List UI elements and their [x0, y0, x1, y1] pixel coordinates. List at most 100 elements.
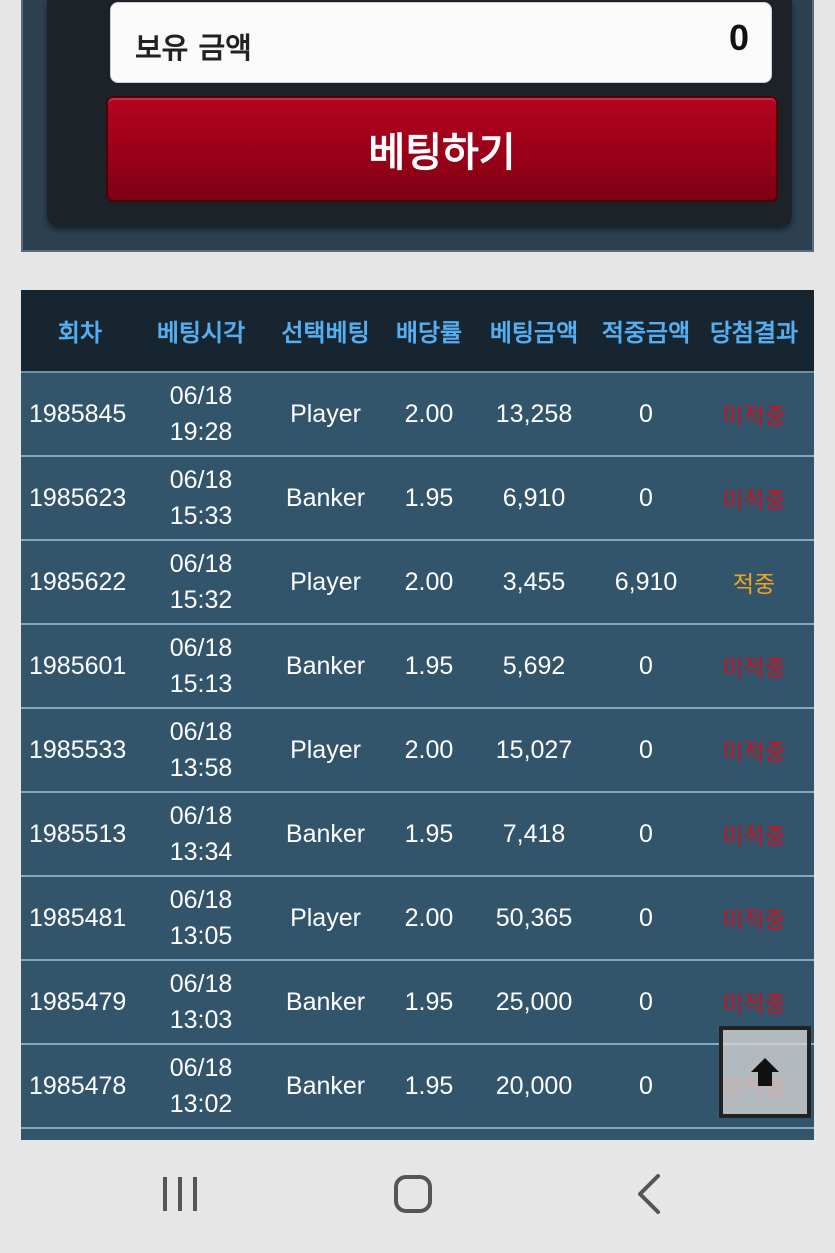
cell-odds: 1.95 — [404, 651, 454, 680]
cell-odds: 1.95 — [404, 483, 454, 512]
place-bet-button[interactable]: 베팅하기 — [106, 96, 778, 202]
recent-apps-icon — [163, 1177, 197, 1211]
cell-pick: Banker — [285, 987, 366, 1016]
scroll-to-top-button[interactable] — [719, 1026, 811, 1118]
table-row: 1985481 06/18 13:05 Player 2.00 50,365 0 미적중 — [21, 877, 814, 961]
cell-result: 미적중 — [722, 656, 786, 682]
header-odds: 배당률 — [395, 319, 463, 347]
home-button[interactable] — [384, 1170, 444, 1220]
cell-bet-time: 06/18 13:05 — [139, 882, 263, 954]
header-bet-amount: 베팅금액 — [489, 319, 579, 347]
bet-date: 06/18 — [169, 1054, 233, 1082]
cell-bet-amount: 20,000 — [495, 1071, 573, 1100]
cell-odds: 2.00 — [404, 399, 454, 428]
cell-result: 미적중 — [722, 740, 786, 766]
cell-round: 1985513 — [29, 819, 127, 848]
bet-time: 19:28 — [169, 418, 233, 446]
cell-bet-amount: 3,455 — [502, 567, 566, 596]
cell-odds: 2.00 — [404, 903, 454, 932]
bet-date: 06/18 — [169, 634, 233, 662]
cell-win-amount: 0 — [639, 1071, 653, 1100]
cell-round: 1985481 — [29, 903, 127, 932]
cell-round: 1985533 — [29, 735, 127, 764]
cell-result: 미적중 — [722, 404, 786, 430]
bet-date: 06/18 — [169, 886, 233, 914]
cell-pick: Banker — [285, 483, 366, 512]
bet-panel-inner: 보유 금액 0 베팅하기 — [47, 0, 792, 227]
cell-bet-time: 06/18 13:03 — [139, 966, 263, 1038]
bet-time: 15:32 — [169, 586, 233, 614]
header-bet-time: 베팅시각 — [156, 319, 246, 347]
cell-bet-time: 06/18 15:33 — [139, 462, 263, 534]
cell-pick: Banker — [285, 819, 366, 848]
cell-bet-time: 06/18 15:13 — [139, 630, 263, 702]
cell-pick: Player — [290, 903, 361, 932]
cell-round: 1985479 — [29, 987, 127, 1016]
back-icon — [638, 1174, 660, 1214]
cell-bet-amount: 7,418 — [502, 819, 566, 848]
cell-odds: 2.00 — [404, 735, 454, 764]
header-win-amount: 적중금액 — [601, 319, 691, 347]
bet-date: 06/18 — [169, 718, 233, 746]
bet-panel: 보유 금액 0 베팅하기 — [21, 0, 814, 252]
table-row: 1985623 06/18 15:33 Banker 1.95 6,910 0 미적중 — [21, 457, 814, 541]
bet-time: 13:34 — [169, 838, 233, 866]
bet-date: 06/18 — [169, 466, 233, 494]
cell-round: 1985622 — [29, 567, 127, 596]
cell-bet-time: 06/18 15:32 — [139, 546, 263, 618]
table-row: 1985622 06/18 15:32 Player 2.00 3,455 6,910 적중 — [21, 541, 814, 625]
cell-bet-time: 06/18 13:58 — [139, 714, 263, 786]
bet-date: 06/18 — [169, 550, 233, 578]
table-row: 1985601 06/18 15:13 Banker 1.95 5,692 0 미적중 — [21, 625, 814, 709]
bet-time: 13:03 — [169, 1006, 233, 1034]
cell-result: 미적중 — [722, 908, 786, 934]
cell-bet-amount: 6,910 — [502, 483, 566, 512]
cell-win-amount: 0 — [639, 651, 653, 680]
bet-time: 13:05 — [169, 922, 233, 950]
cell-round: 1985478 — [29, 1071, 127, 1100]
cell-odds: 1.95 — [404, 987, 454, 1016]
table-row: 1985533 06/18 13:58 Player 2.00 15,027 0 미적중 — [21, 709, 814, 793]
cell-result: 적중 — [732, 572, 776, 598]
cell-pick: Player — [290, 567, 361, 596]
bet-time: 15:33 — [169, 502, 233, 530]
cell-round: 1985601 — [29, 651, 127, 680]
cell-win-amount: 0 — [639, 819, 653, 848]
cell-result: 미적중 — [722, 488, 786, 514]
table-row: 1985845 06/18 19:28 Player 2.00 13,258 0 미적중 — [21, 373, 814, 457]
bet-date: 06/18 — [169, 970, 233, 998]
bet-history-table[interactable]: 회차 베팅시각 선택베팅 배당률 베팅금액 적중금액 당첨결과 1985845 0… — [21, 290, 814, 1140]
table-header: 회차 베팅시각 선택베팅 배당률 베팅금액 적중금액 당첨결과 — [21, 290, 814, 373]
cell-pick: Player — [290, 735, 361, 764]
cell-pick: Player — [290, 399, 361, 428]
cell-bet-amount: 13,258 — [495, 399, 573, 428]
cell-pick: Banker — [285, 651, 366, 680]
cell-win-amount: 0 — [639, 903, 653, 932]
cell-pick: Banker — [285, 1071, 366, 1100]
back-button[interactable] — [620, 1170, 680, 1220]
cell-bet-time: 06/18 19:28 — [139, 378, 263, 450]
cell-bet-time: 06/18 13:02 — [139, 1050, 263, 1122]
bet-time: 15:13 — [169, 670, 233, 698]
table-row: 1985479 06/18 13:03 Banker 1.95 25,000 0 미적중 — [21, 961, 814, 1045]
cell-win-amount: 0 — [639, 735, 653, 764]
bet-time: 13:58 — [169, 754, 233, 782]
cell-bet-amount: 15,027 — [495, 735, 573, 764]
bet-date: 06/18 — [169, 382, 233, 410]
header-round: 회차 — [57, 319, 103, 347]
cell-round: 1985845 — [29, 399, 127, 428]
cell-odds: 2.00 — [404, 567, 454, 596]
recent-apps-button[interactable] — [150, 1170, 210, 1220]
header-result: 당첨결과 — [709, 319, 799, 347]
balance-label: 보유 금액 — [135, 31, 252, 65]
cell-result: 미적중 — [722, 992, 786, 1018]
balance-value: 0 — [728, 17, 749, 58]
table-row: 198547806/1813:02Banker1.9520,0000미적중 — [21, 1045, 814, 1129]
table-body: 1985845 06/18 19:28 Player 2.00 13,258 0 미적중 198… — [21, 373, 814, 1129]
home-icon — [394, 1175, 432, 1213]
cell-bet-amount: 25,000 — [495, 987, 573, 1016]
bet-time: 13:02 — [169, 1090, 233, 1118]
cell-bet-amount: 50,365 — [495, 903, 573, 932]
cell-win-amount: 0 — [639, 399, 653, 428]
cell-bet-time: 06/18 13:34 — [139, 798, 263, 870]
